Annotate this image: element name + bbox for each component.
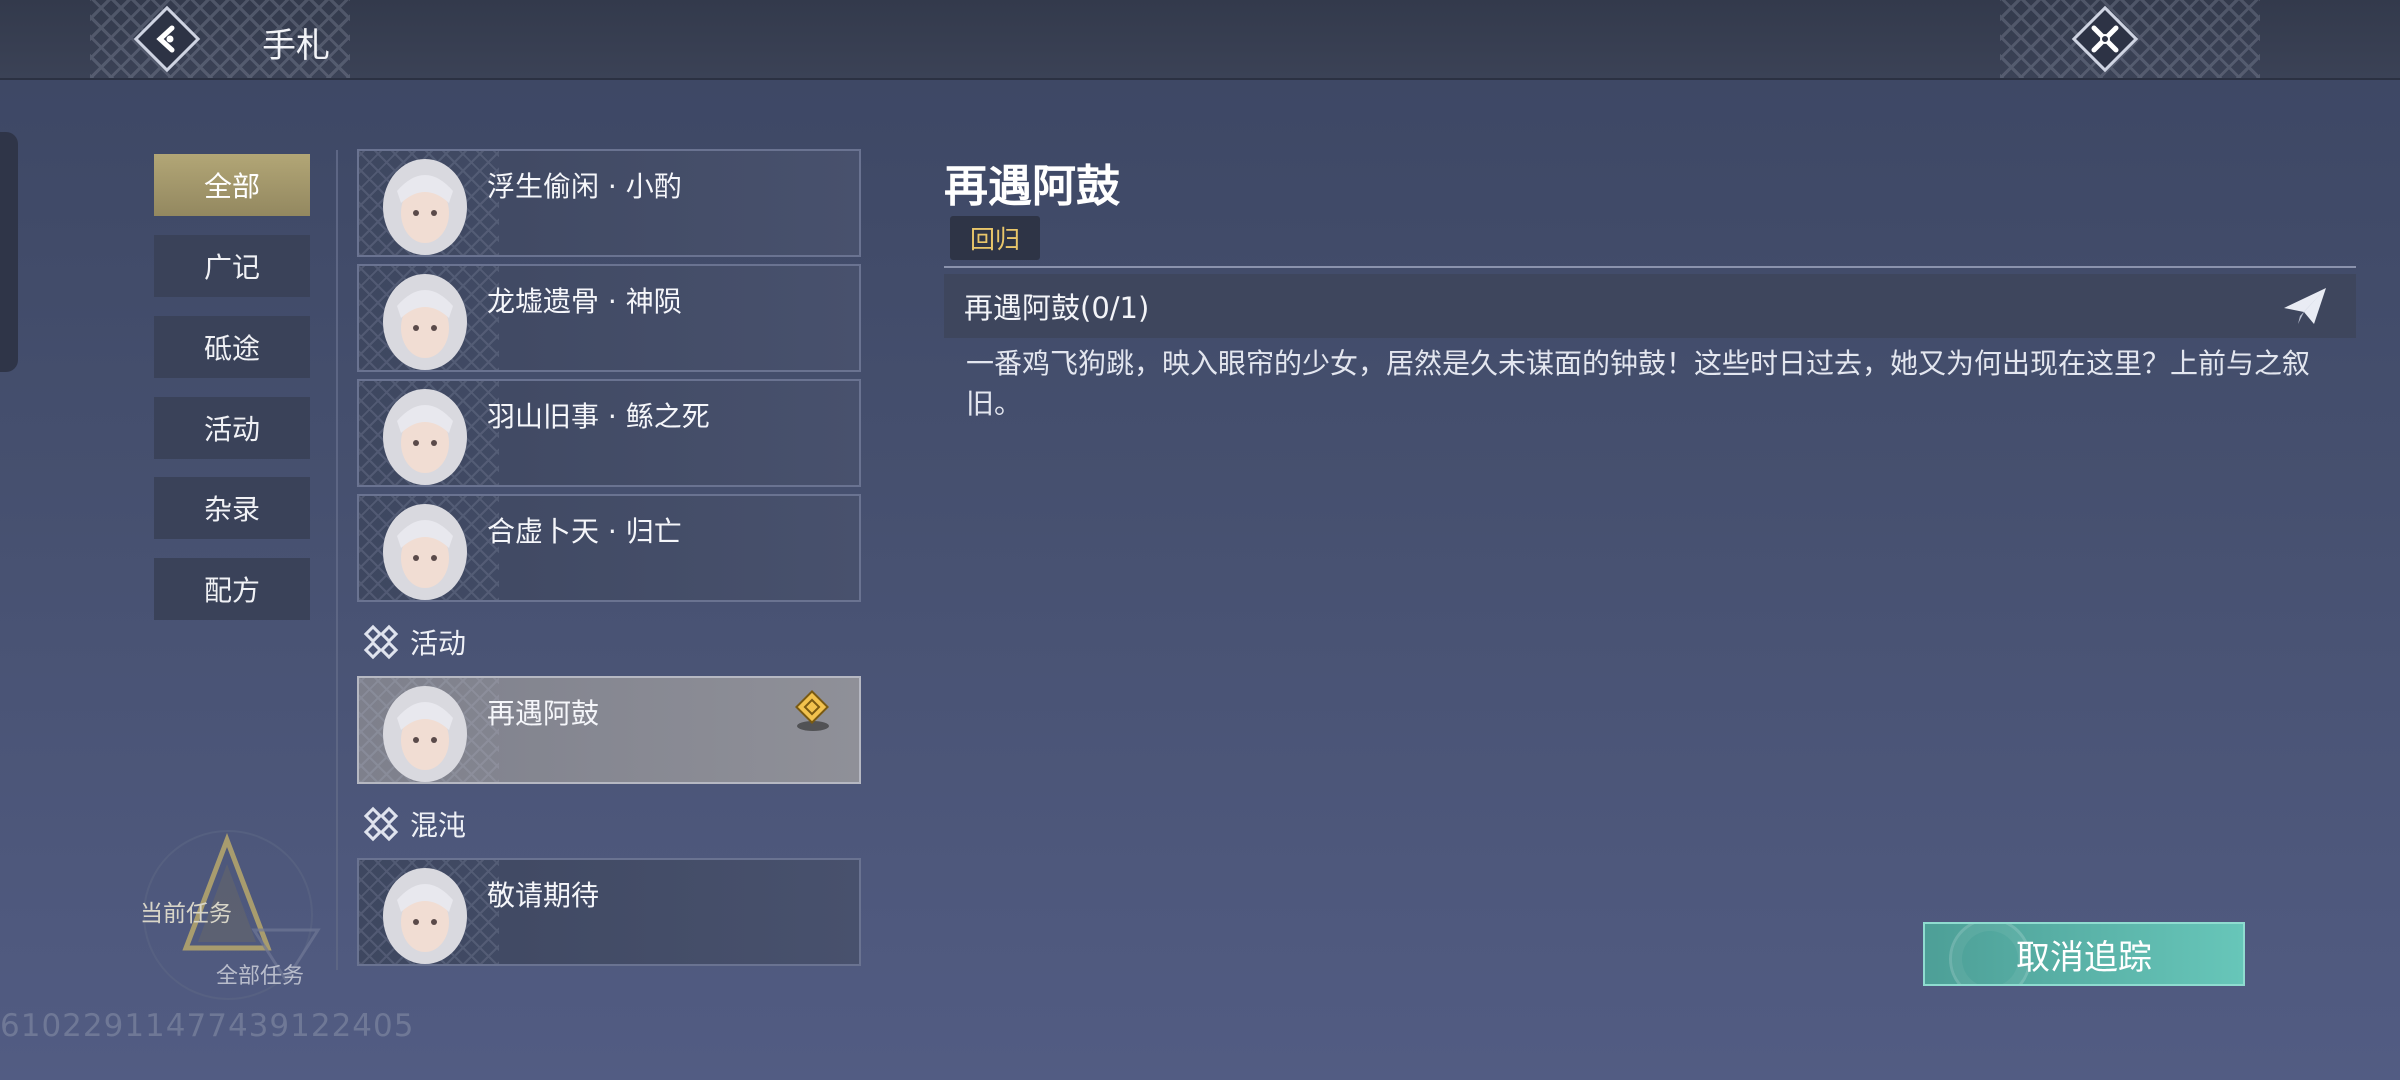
character-portrait bbox=[383, 504, 467, 600]
quest-card[interactable]: 敬请期待 bbox=[357, 858, 861, 966]
current-task-widget[interactable]: 当前任务 全部任务 bbox=[118, 830, 338, 1000]
category-tab-all[interactable]: 全部 bbox=[154, 154, 310, 216]
close-icon bbox=[2071, 5, 2139, 73]
section-knot-icon bbox=[363, 806, 399, 842]
character-portrait bbox=[383, 159, 467, 255]
category-tab-misc[interactable]: 杂录 bbox=[154, 477, 310, 539]
user-id: 6102291147743912240​5 bbox=[0, 1008, 415, 1044]
paper-plane-icon[interactable] bbox=[2282, 286, 2328, 326]
character-portrait bbox=[383, 868, 467, 964]
section-label: 活动 bbox=[410, 627, 467, 660]
character-portrait bbox=[383, 686, 467, 782]
category-tab-activity[interactable]: 活动 bbox=[154, 397, 310, 459]
cancel-tracking-button[interactable]: 取消追踪 bbox=[1923, 922, 2245, 986]
section-knot-icon bbox=[363, 624, 399, 660]
quest-type-tag: 回归 bbox=[950, 216, 1041, 260]
current-task-label: 当前任务 bbox=[140, 901, 232, 927]
objective-row: 再遇阿鼓(0/1) bbox=[944, 274, 2356, 338]
section-label: 混沌 bbox=[410, 809, 467, 842]
back-arrow-icon bbox=[133, 5, 201, 73]
character-portrait bbox=[383, 389, 467, 485]
quest-card[interactable]: 合虚卜天 · 归亡 bbox=[357, 494, 861, 602]
page-title: 手札 bbox=[262, 26, 330, 66]
quest-card[interactable]: 羽山旧事 · 鲧之死 bbox=[357, 379, 861, 487]
back-button[interactable] bbox=[132, 4, 202, 74]
category-tab-ditu[interactable]: 砥途 bbox=[154, 316, 310, 378]
section-header-chaos: 混沌 bbox=[362, 804, 466, 844]
top-bar: 手札 bbox=[0, 0, 2400, 80]
quest-card-selected[interactable]: 再遇阿鼓 bbox=[357, 676, 861, 784]
side-drawer-handle[interactable] bbox=[0, 132, 18, 372]
detail-divider bbox=[944, 266, 2356, 268]
quest-name: 浮生偷闲 · 小酌 bbox=[487, 170, 682, 203]
quest-card[interactable]: 浮生偷闲 · 小酌 bbox=[357, 149, 861, 257]
objective-text: 再遇阿鼓(0/1) bbox=[964, 291, 1150, 325]
tracking-marker-icon bbox=[795, 690, 829, 731]
quest-name: 羽山旧事 · 鲧之死 bbox=[487, 400, 710, 433]
quest-card[interactable]: 龙墟遗骨 · 神陨 bbox=[357, 264, 861, 372]
quest-name: 合虚卜天 · 归亡 bbox=[487, 515, 682, 548]
quest-description: 一番鸡飞狗跳，映入眼帘的少女，居然是久未谋面的钟鼓！这些时日过去，她又为何出现在… bbox=[966, 347, 2311, 420]
category-tab-recipe[interactable]: 配方 bbox=[154, 558, 310, 620]
character-portrait bbox=[383, 274, 467, 370]
all-tasks-label: 全部任务 bbox=[216, 964, 305, 989]
close-button[interactable] bbox=[2070, 4, 2140, 74]
quest-name: 再遇阿鼓 bbox=[487, 697, 600, 730]
quest-name: 敬请期待 bbox=[487, 879, 600, 912]
category-tab-guangji[interactable]: 广记 bbox=[154, 235, 310, 297]
cancel-tracking-label: 取消追踪 bbox=[2016, 937, 2152, 978]
section-header-activity: 活动 bbox=[362, 622, 466, 662]
quest-name: 龙墟遗骨 · 神陨 bbox=[487, 285, 682, 318]
quest-detail-title: 再遇阿鼓 bbox=[944, 161, 1120, 212]
